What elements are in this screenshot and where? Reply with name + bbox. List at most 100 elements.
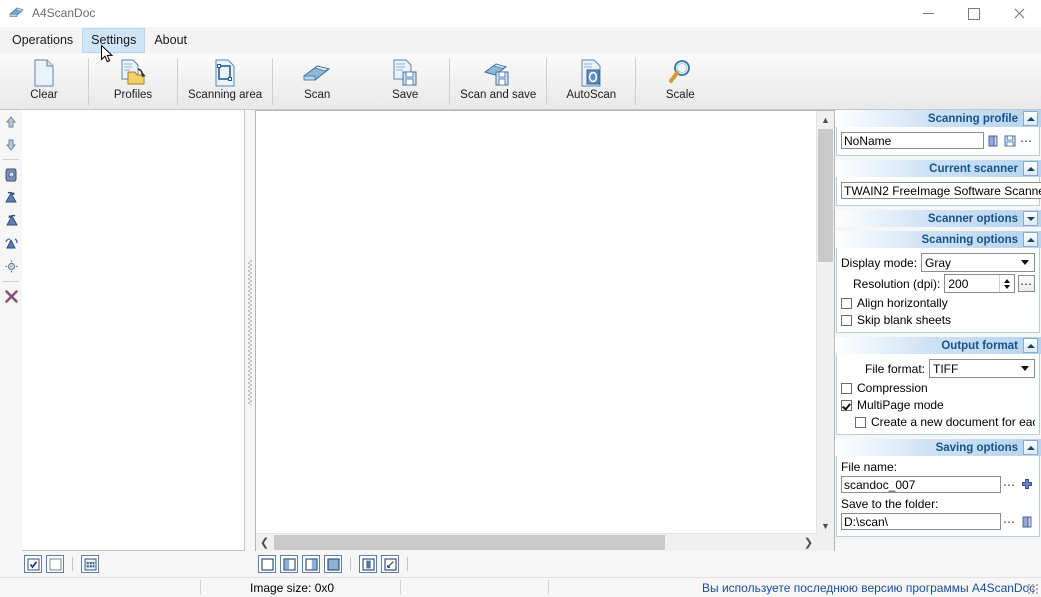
file-name-value: scandoc_007 xyxy=(844,478,915,492)
stepper-down-icon xyxy=(1004,285,1010,289)
resize-grip[interactable] xyxy=(1027,583,1039,595)
minimize-button[interactable] xyxy=(906,0,951,27)
brightness-button[interactable] xyxy=(0,255,22,278)
profile-field[interactable]: NoName xyxy=(841,132,984,149)
collapse-toggle-current-scanner[interactable] xyxy=(1023,161,1038,176)
view-left-half-button[interactable] xyxy=(280,555,298,573)
toolbar-button-scale[interactable]: Scale xyxy=(636,54,724,109)
flip-button[interactable] xyxy=(0,232,22,255)
align-horizontally-row[interactable]: Align horizontally xyxy=(841,296,1035,310)
skip-blank-sheets-checkbox[interactable] xyxy=(841,315,852,326)
bottom-separator xyxy=(350,557,351,571)
collapse-toggle-scanning-profile[interactable] xyxy=(1023,111,1038,126)
fit-page-button[interactable] xyxy=(381,555,399,573)
collapse-toggle-output-format[interactable] xyxy=(1023,338,1038,353)
document-stack-button[interactable] xyxy=(0,163,22,186)
rotate-left-icon xyxy=(4,190,19,205)
file-format-select[interactable]: TIFF xyxy=(929,359,1035,378)
scanner-floppy-icon xyxy=(483,57,513,89)
profile-more-button[interactable]: ⋯ xyxy=(1018,132,1035,149)
group-title-scanning-options: Scanning options xyxy=(922,234,1018,246)
scroll-up-icon[interactable]: ▲ xyxy=(817,111,834,128)
canvas-vertical-scrollbar[interactable]: ▲ ▼ xyxy=(816,111,834,534)
add-counter-button[interactable] xyxy=(1018,476,1035,493)
file-name-input[interactable]: scandoc_007 xyxy=(841,476,1001,493)
preview-canvas[interactable] xyxy=(256,111,817,534)
fit-width-button[interactable] xyxy=(359,555,377,573)
new-document-row[interactable]: Create a new document for each l xyxy=(855,415,1035,429)
collapse-toggle-scanner-options[interactable] xyxy=(1023,211,1038,226)
check-all-button[interactable] xyxy=(24,555,42,573)
scroll-down-icon[interactable]: ▼ xyxy=(817,517,834,534)
scroll-right-icon[interactable]: ❯ xyxy=(800,534,817,551)
open-folder-button[interactable] xyxy=(1018,513,1035,530)
multipage-checkbox[interactable] xyxy=(841,400,852,411)
view-right-half-button[interactable] xyxy=(302,555,320,573)
resolution-more-button[interactable]: ⋯ xyxy=(1018,275,1035,292)
multipage-row[interactable]: MultiPage mode xyxy=(841,398,1035,412)
rotate-left-button[interactable] xyxy=(0,186,22,209)
group-header-scanning-options[interactable]: Scanning options xyxy=(835,231,1041,248)
scrollbar-corner xyxy=(817,534,834,551)
thumbnails-button[interactable] xyxy=(81,555,99,573)
scroll-left-icon[interactable]: ❮ xyxy=(256,534,273,551)
canvas-horizontal-scrollbar[interactable]: ❮ ❯ xyxy=(256,533,817,551)
align-horizontally-checkbox[interactable] xyxy=(841,298,852,309)
skip-blank-sheets-row[interactable]: Skip blank sheets xyxy=(841,313,1035,327)
toolbar-button-save[interactable]: Save xyxy=(361,54,449,109)
menu-item-about[interactable]: About xyxy=(145,28,196,53)
align-horizontally-label: Align horizontally xyxy=(857,296,948,310)
group-header-current-scanner[interactable]: Current scanner xyxy=(835,160,1041,177)
resolution-input[interactable]: 200 xyxy=(944,274,1015,293)
toolbar-button-scan-and-save[interactable]: Scan and save xyxy=(450,54,546,109)
folder-input[interactable]: D:\scan\ xyxy=(841,513,1001,530)
file-name-more-button[interactable]: ⋯ xyxy=(1001,476,1018,493)
move-up-button[interactable] xyxy=(0,110,22,133)
menu-item-settings[interactable]: Settings xyxy=(82,28,145,53)
crop-area-icon xyxy=(212,57,238,89)
file-name-label-row: File name: xyxy=(841,460,1035,474)
group-header-scanner-options[interactable]: Scanner options xyxy=(835,210,1041,227)
move-down-button[interactable] xyxy=(0,133,22,156)
menu-item-operations[interactable]: Operations xyxy=(3,28,82,53)
toolbar-button-scan[interactable]: Scan xyxy=(273,54,361,109)
open-profile-icon[interactable] xyxy=(984,132,1001,149)
pages-list-panel[interactable] xyxy=(22,110,245,551)
view-full-button[interactable] xyxy=(324,555,342,573)
empty-box-icon xyxy=(49,558,62,571)
new-document-checkbox[interactable] xyxy=(855,417,866,428)
toolbar-button-clear[interactable]: Clear xyxy=(0,54,88,109)
group-title-current-scanner: Current scanner xyxy=(929,163,1018,175)
stepper-up-icon xyxy=(1004,279,1010,283)
toolbar-button-scanning-area[interactable]: Scanning area xyxy=(178,54,272,109)
vertical-scroll-thumb[interactable] xyxy=(818,129,833,262)
close-button[interactable] xyxy=(996,0,1041,27)
view-normal-button[interactable] xyxy=(258,555,276,573)
folder-more-button[interactable]: ⋯ xyxy=(1001,513,1018,530)
display-mode-row: Display mode: Gray xyxy=(841,253,1035,272)
uncheck-all-button[interactable] xyxy=(46,555,64,573)
group-header-output-format[interactable]: Output format xyxy=(835,337,1041,354)
collapse-toggle-saving-options[interactable] xyxy=(1023,440,1038,455)
file-format-row: File format: TIFF xyxy=(841,359,1035,378)
display-mode-select[interactable]: Gray xyxy=(921,253,1035,272)
toolbar-button-profiles[interactable]: Profiles xyxy=(89,54,177,109)
group-header-saving-options[interactable]: Saving options xyxy=(835,439,1041,456)
more-icon: ⋯ xyxy=(1003,481,1016,489)
scanner-field[interactable]: TWAIN2 FreeImage Software Scanne xyxy=(841,182,1041,199)
panel-splitter[interactable] xyxy=(246,110,254,550)
toolbar-button-autoscan[interactable]: AutoScan xyxy=(547,54,635,109)
maximize-button[interactable] xyxy=(951,0,996,27)
toolbar-label-save: Save xyxy=(392,89,418,101)
fit-page-icon xyxy=(384,558,397,571)
compression-row[interactable]: Compression xyxy=(841,381,1035,395)
delete-page-button[interactable] xyxy=(0,285,22,308)
save-profile-icon[interactable] xyxy=(1001,132,1018,149)
horizontal-scroll-thumb[interactable] xyxy=(274,535,665,550)
resolution-stepper[interactable] xyxy=(999,275,1014,292)
rotate-right-button[interactable] xyxy=(0,209,22,232)
more-icon: ⋯ xyxy=(1020,280,1033,288)
compression-checkbox[interactable] xyxy=(841,383,852,394)
group-header-scanning-profile[interactable]: Scanning profile xyxy=(835,110,1041,127)
collapse-toggle-scanning-options[interactable] xyxy=(1023,232,1038,247)
